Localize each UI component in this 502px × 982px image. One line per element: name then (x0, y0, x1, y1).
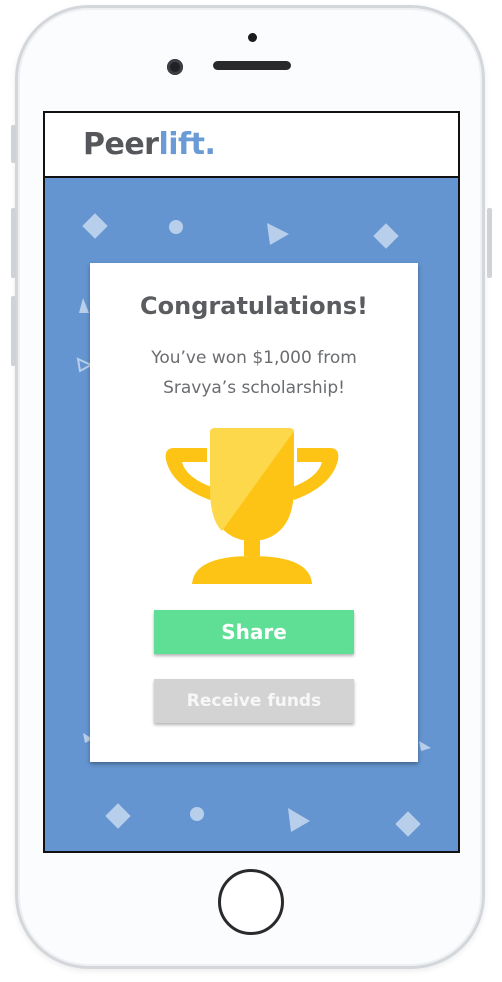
confetti-triangle (288, 808, 310, 832)
share-button[interactable]: Share (154, 610, 354, 654)
dialog-message-line2: Sravya’s scholarship! (163, 378, 345, 398)
receive-funds-button[interactable]: Receive funds (154, 679, 354, 723)
app-screen: Peerlift. Congratulations! You’ve won $1… (43, 111, 460, 853)
confetti-circle (169, 220, 183, 234)
volume-up-button (11, 208, 16, 278)
confetti-diamond (395, 811, 421, 837)
confetti-triangle (267, 223, 289, 245)
mute-switch (11, 125, 16, 163)
dialog-message: You’ve won $1,000 from Sravya’s scholars… (90, 343, 418, 403)
confetti-diamond (105, 803, 131, 829)
earpiece-speaker (213, 61, 291, 70)
power-button (487, 208, 492, 278)
confetti-triangle (419, 741, 431, 751)
front-camera (167, 59, 183, 75)
confetti-circle (190, 807, 204, 821)
volume-down-button (11, 296, 16, 366)
trophy-icon (165, 428, 339, 584)
proximity-sensor (248, 33, 257, 42)
confetti-triangle (79, 298, 89, 313)
congratulations-dialog: Congratulations! You’ve won $1,000 from … (90, 263, 418, 762)
confetti-diamond (82, 213, 108, 239)
dialog-message-line1: You’ve won $1,000 from (151, 348, 357, 368)
home-button[interactable] (218, 869, 284, 935)
dialog-title: Congratulations! (140, 292, 368, 320)
confetti-diamond (373, 223, 399, 249)
